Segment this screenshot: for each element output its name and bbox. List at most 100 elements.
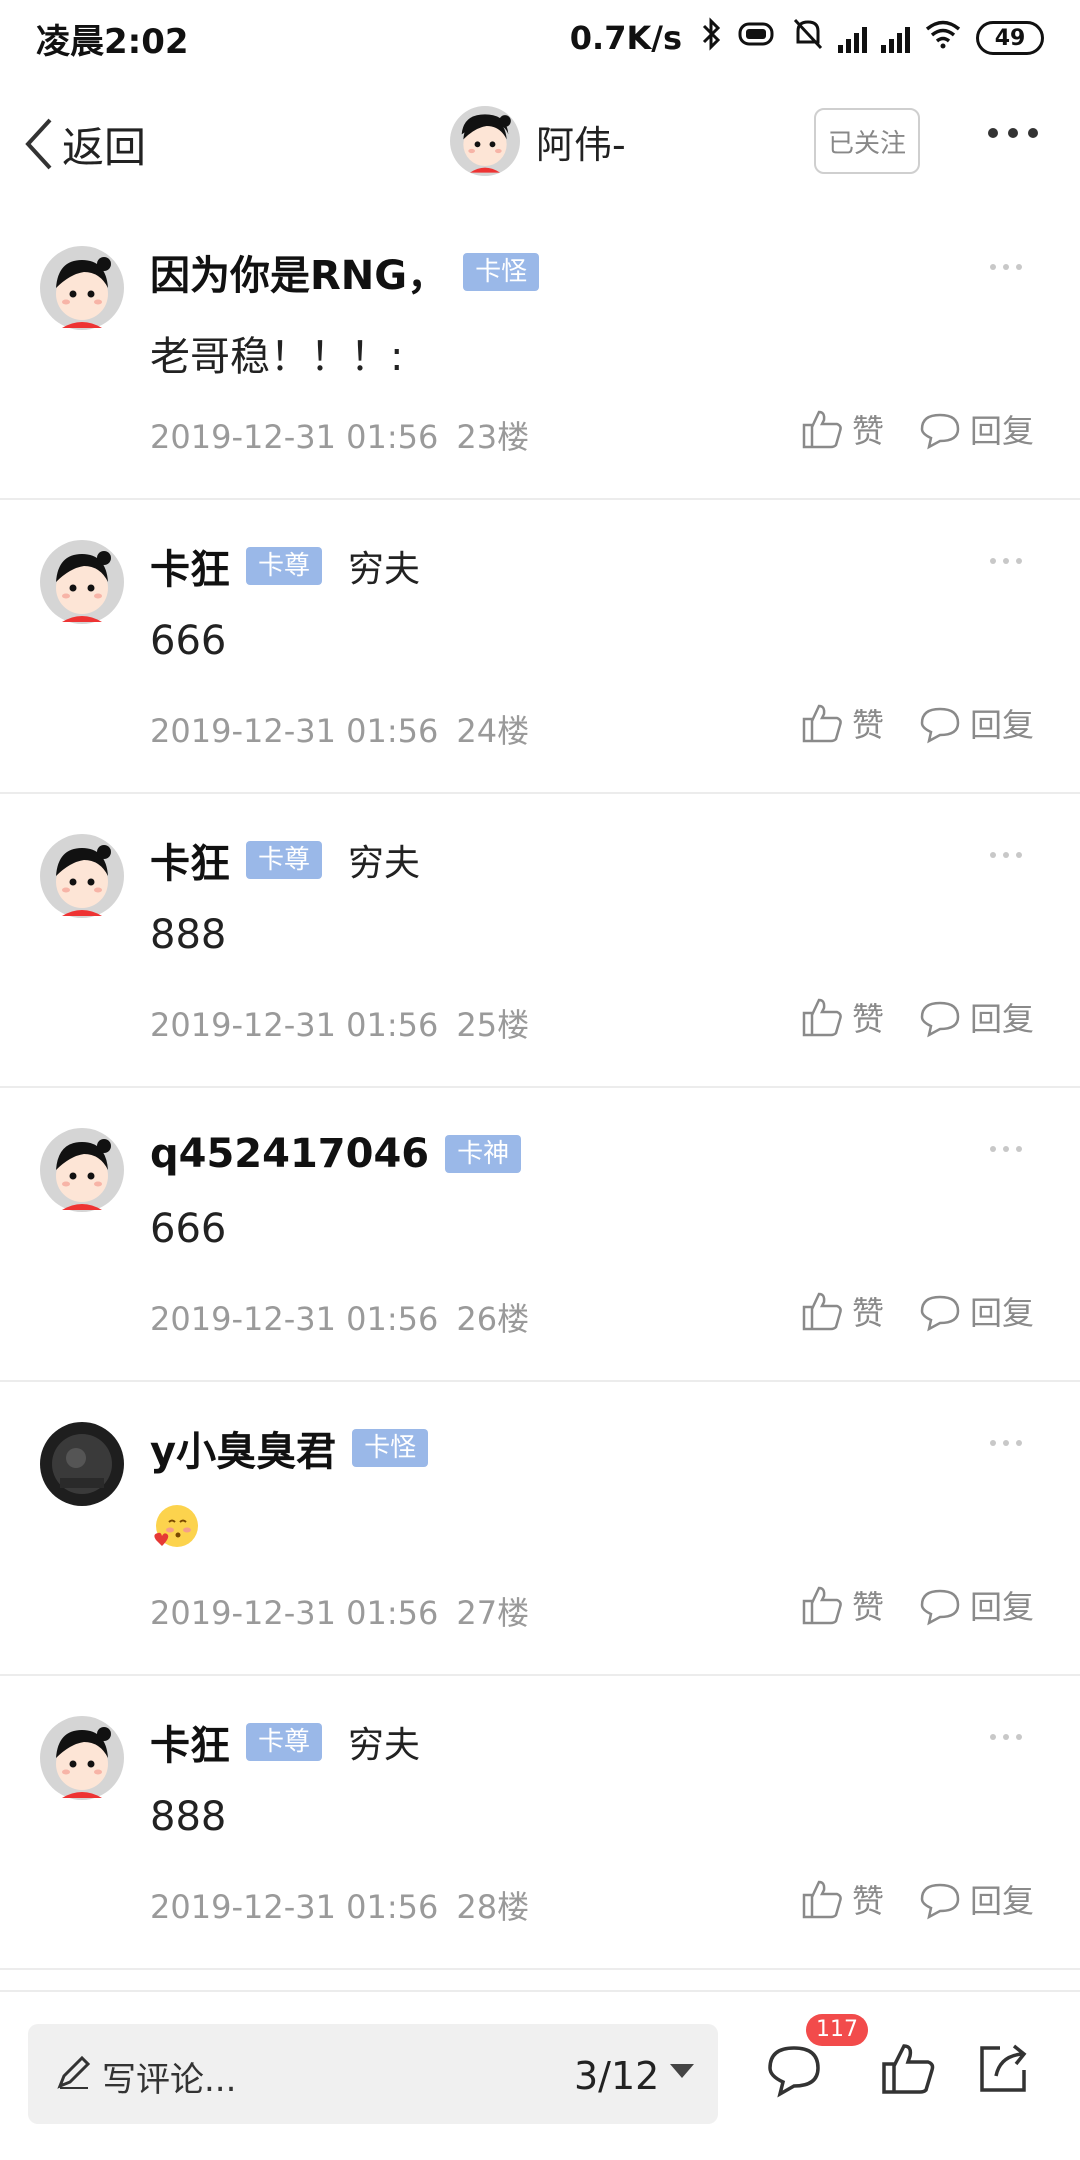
avatar[interactable] xyxy=(40,540,124,624)
follow-button[interactable]: 已关注 xyxy=(814,108,920,174)
comment-item: 卡狂 卡尊 穷夫 666 2019-12-31 01:56 24楼 赞 回复 xyxy=(0,500,1080,794)
share-icon[interactable] xyxy=(974,2038,1034,2098)
more-icon[interactable] xyxy=(990,1146,1022,1152)
chevron-left-icon xyxy=(25,118,52,170)
reply-label: 回复 xyxy=(970,1000,1035,1038)
comment-text: 666 xyxy=(150,618,227,664)
comment-meta: 2019-12-31 01:56 27楼 xyxy=(150,1588,547,1634)
comment-text: 666 xyxy=(150,1206,227,1252)
comment-time: 2019-12-31 01:56 xyxy=(150,1300,439,1338)
like-label: 赞 xyxy=(852,1882,885,1920)
comment-user-line: 卡狂 卡尊 穷夫 xyxy=(150,538,420,594)
comment-bubble-icon xyxy=(920,1589,960,1626)
comment-username[interactable]: q452417046 xyxy=(150,1131,429,1177)
user-title: 穷夫 xyxy=(348,1725,421,1766)
comment-username[interactable]: 卡狂 xyxy=(150,537,230,595)
thumbs-up-icon xyxy=(802,410,842,449)
avatar[interactable] xyxy=(40,1716,124,1800)
more-icon[interactable] xyxy=(990,1734,1022,1740)
network-speed: 0.7K/s xyxy=(569,19,682,57)
comment-text: 888 xyxy=(150,912,227,958)
comment-username[interactable]: 因为你是RNG， xyxy=(150,243,447,301)
comment-list: 因为你是RNG， 卡怪 老哥稳！！！: 2019-12-31 01:56 23楼 … xyxy=(0,206,1080,1970)
status-icons: 0.7K/s 49 xyxy=(570,17,1044,59)
comment-floor: 26楼 xyxy=(456,1300,530,1338)
comment-item: 卡狂 卡尊 穷夫 888 2019-12-31 01:56 25楼 赞 回复 xyxy=(0,794,1080,1088)
reply-button[interactable]: 回复 xyxy=(918,406,1034,452)
blush-love-emoji-icon xyxy=(154,1505,198,1547)
header: 返回 阿伟- 已关注 xyxy=(0,76,1080,206)
comment-bubble-icon xyxy=(920,1883,960,1920)
comment-username[interactable]: y小臭臭君 xyxy=(150,1419,336,1477)
like-label: 赞 xyxy=(852,1588,885,1626)
more-icon[interactable] xyxy=(990,1440,1022,1446)
mute-bell-icon xyxy=(792,17,824,59)
avatar[interactable] xyxy=(40,834,124,918)
comment-meta: 2019-12-31 01:56 28楼 xyxy=(150,1882,547,1928)
comment-floor: 28楼 xyxy=(456,1888,530,1926)
comment-time: 2019-12-31 01:56 xyxy=(150,1888,439,1926)
comment-icon[interactable] xyxy=(764,2040,824,2100)
more-icon[interactable] xyxy=(990,558,1022,564)
back-button[interactable]: 返回 xyxy=(20,112,146,176)
write-comment-input[interactable]: 写评论... 3/12 xyxy=(28,2024,718,2124)
avatar[interactable] xyxy=(40,1128,124,1212)
thumbs-up-icon[interactable] xyxy=(878,2038,938,2098)
level-badge: 卡怪 xyxy=(463,253,540,291)
like-button[interactable]: 赞 xyxy=(800,1876,884,1922)
comment-meta: 2019-12-31 01:56 23楼 xyxy=(150,412,547,458)
bottom-bar: 写评论... 3/12 117 xyxy=(0,1990,1080,2160)
battery-saver-icon xyxy=(738,19,778,57)
like-button[interactable]: 赞 xyxy=(800,1288,884,1334)
like-button[interactable]: 赞 xyxy=(800,700,884,746)
reply-button[interactable]: 回复 xyxy=(918,1876,1034,1922)
comment-item: q452417046 卡神 666 2019-12-31 01:56 26楼 赞 … xyxy=(0,1088,1080,1382)
comment-bubble-icon xyxy=(920,413,960,450)
thumbs-up-icon xyxy=(802,998,842,1037)
caret-down-icon[interactable] xyxy=(670,2064,694,2078)
reply-button[interactable]: 回复 xyxy=(918,1582,1034,1628)
like-label: 赞 xyxy=(852,1294,885,1332)
reply-label: 回复 xyxy=(970,412,1035,450)
like-button[interactable]: 赞 xyxy=(800,1582,884,1628)
comment-user-line: 因为你是RNG， 卡怪 xyxy=(150,243,540,301)
reply-button[interactable]: 回复 xyxy=(918,994,1034,1040)
like-button[interactable]: 赞 xyxy=(800,994,884,1040)
bluetooth-icon xyxy=(700,17,724,59)
like-button[interactable]: 赞 xyxy=(800,406,884,452)
comment-time: 2019-12-31 01:56 xyxy=(150,1006,439,1044)
comment-item: y小臭臭君 卡怪 2019-12-31 01:56 27楼 赞 回复 xyxy=(0,1382,1080,1676)
level-badge: 卡尊 xyxy=(246,841,323,879)
comment-time: 2019-12-31 01:56 xyxy=(150,1594,439,1632)
more-icon[interactable] xyxy=(990,852,1022,858)
back-label: 返回 xyxy=(62,122,147,172)
pencil-icon xyxy=(57,2055,91,2089)
comment-user-line: 卡狂 卡尊 穷夫 xyxy=(150,1714,420,1770)
avatar[interactable] xyxy=(40,246,124,330)
signal-icon xyxy=(838,23,867,53)
comment-user-line: q452417046 卡神 xyxy=(150,1126,522,1182)
level-badge: 卡尊 xyxy=(246,1723,323,1761)
comment-text: 老哥稳！！！: xyxy=(150,334,404,380)
reply-button[interactable]: 回复 xyxy=(918,1288,1034,1334)
write-comment-placeholder: 写评论... xyxy=(102,2060,237,2100)
comment-username[interactable]: 卡狂 xyxy=(150,1713,230,1771)
comment-bubble-icon xyxy=(920,1295,960,1332)
wifi-icon xyxy=(924,19,962,57)
comment-username[interactable]: 卡狂 xyxy=(150,831,230,889)
level-badge: 卡神 xyxy=(445,1135,522,1173)
thumbs-up-icon xyxy=(802,1586,842,1625)
comment-user-line: 卡狂 卡尊 穷夫 xyxy=(150,832,420,888)
thumbs-up-icon xyxy=(802,1880,842,1919)
page-indicator[interactable]: 3/12 xyxy=(574,2054,659,2098)
comment-bubble-icon xyxy=(920,1001,960,1038)
reply-button[interactable]: 回复 xyxy=(918,700,1034,746)
comment-text: 888 xyxy=(150,1794,227,1840)
more-icon[interactable] xyxy=(990,264,1022,270)
more-icon[interactable] xyxy=(988,128,1038,138)
thumbs-up-icon xyxy=(802,704,842,743)
comment-count-badge: 117 xyxy=(806,2014,868,2046)
status-bar: 凌晨2:02 0.7K/s 49 xyxy=(0,0,1080,76)
avatar[interactable] xyxy=(40,1422,124,1506)
header-user[interactable]: 阿伟- xyxy=(450,106,626,176)
